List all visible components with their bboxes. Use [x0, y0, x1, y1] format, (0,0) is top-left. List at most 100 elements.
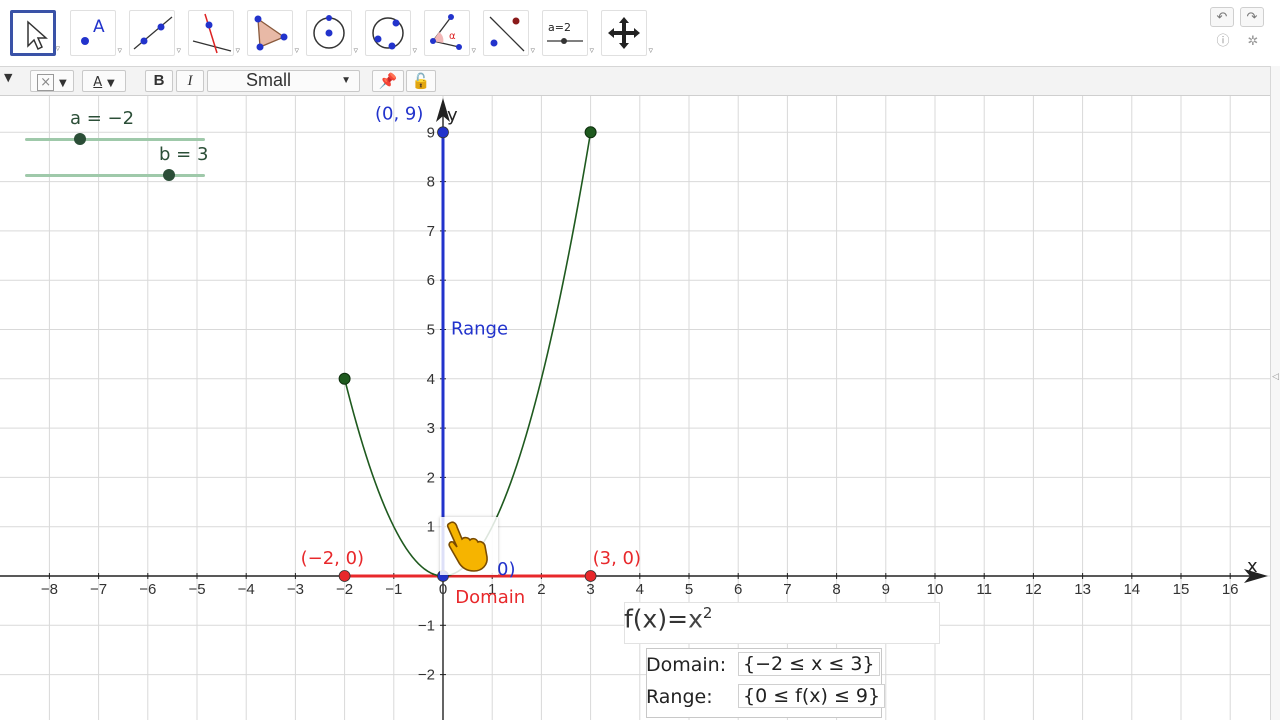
parabola-curve: [343, 132, 592, 577]
italic-button[interactable]: I: [176, 70, 204, 92]
chevron-left-icon[interactable]: ◁: [1272, 372, 1279, 382]
reflect-tool-button[interactable]: ▿: [483, 10, 535, 56]
function-expression[interactable]: f(x)=x2: [624, 604, 712, 633]
chevron-down-icon: ▿: [412, 46, 417, 56]
x-tick-label: 7: [783, 581, 791, 598]
y-tick-label: 4: [427, 371, 435, 388]
slider-b-track[interactable]: [25, 174, 205, 177]
point-label: (3, 0): [593, 548, 641, 569]
chevron-down-icon: ▿: [176, 46, 181, 56]
text-color-dropdown[interactable]: A ▼: [82, 70, 126, 92]
conic-icon: [372, 17, 404, 50]
chevron-down-icon: ▿: [294, 46, 299, 56]
point: [437, 126, 449, 139]
point-label: 0): [497, 559, 515, 580]
reflect-icon: [489, 16, 525, 52]
chevron-down-icon: ▿: [589, 46, 594, 56]
y-tick-label: −1: [418, 617, 435, 634]
style-bar: ▼ × ▼ A ▼ B I Small ▼ 📌 🔓: [0, 67, 1270, 96]
y-axis-label: y: [447, 105, 458, 126]
svg-text:α: α: [449, 31, 456, 42]
x-tick-label: −1: [385, 581, 402, 598]
perpendicular-tool-button[interactable]: ▿: [188, 10, 240, 56]
line-icon: [133, 16, 173, 50]
lock-button[interactable]: 🔓: [406, 70, 436, 92]
point: [584, 570, 597, 582]
slider-b-handle[interactable]: [163, 169, 175, 181]
chevron-down-icon: ▿: [530, 46, 535, 56]
chevron-down-icon: ▿: [117, 46, 122, 56]
help-icon[interactable]: ⓘ: [1215, 34, 1231, 50]
y-tick-label: 8: [427, 174, 435, 191]
object-style-dropdown[interactable]: × ▼: [30, 70, 74, 92]
x-tick-label: 8: [832, 581, 840, 598]
undo-button[interactable]: ↶: [1210, 7, 1234, 27]
font-size-select[interactable]: Small ▼: [207, 70, 360, 92]
x-tick-label: −8: [41, 581, 58, 598]
slider-tool-button[interactable]: a=2 ▿: [542, 10, 594, 56]
undo-icon: ↶: [1216, 10, 1228, 25]
angle-tool-button[interactable]: α ▿: [424, 10, 476, 56]
y-tick-label: 1: [427, 519, 435, 536]
x-tick-label: −6: [139, 581, 156, 598]
y-tick-label: 3: [427, 420, 435, 437]
move-graphics-view-button[interactable]: ▿: [601, 10, 653, 56]
perpendicular-line-icon: [192, 13, 232, 54]
x-tick-label: 0: [439, 581, 447, 598]
circle-tool-button[interactable]: ▿: [306, 10, 358, 56]
point: [338, 570, 351, 582]
svg-text:a=2: a=2: [548, 21, 571, 34]
chevron-down-icon: ▿: [648, 46, 653, 56]
point-label: (0, 9): [375, 103, 423, 124]
slider-a-track[interactable]: [25, 138, 205, 141]
lock-icon: 🔓: [411, 72, 431, 90]
chevron-down-icon: ▼: [58, 78, 67, 89]
circle-center-point-icon: [313, 15, 345, 49]
x-tick-label: 9: [882, 581, 890, 598]
y-tick-label: 5: [427, 322, 435, 339]
range-row: Range: {0 ≤ f(x) ≤ 9}: [646, 684, 886, 708]
chevron-down-icon: ▿: [235, 46, 240, 56]
toolbar: ▿ A ▿ ▿ ▿ ▿ ▿ ▿ α ▿ ▿ a=2 ▿ ▿ ↶ ↷ ⓘ ✲: [0, 0, 1280, 67]
x-tick-label: −3: [287, 581, 304, 598]
bold-button[interactable]: B: [145, 70, 173, 92]
x-tick-label: −5: [188, 581, 205, 598]
x-tick-label: 4: [636, 581, 644, 598]
x-tick-label: 16: [1222, 581, 1239, 598]
hand-cursor: [440, 517, 498, 575]
line-tool-button[interactable]: ▿: [129, 10, 181, 56]
chevron-down-icon: ▼: [341, 75, 351, 86]
x-tick-label: −4: [238, 581, 255, 598]
conic-tool-button[interactable]: ▿: [365, 10, 417, 56]
x-tick-label: 11: [976, 581, 992, 598]
svg-text:A: A: [93, 17, 105, 37]
x-tick-label: 14: [1123, 581, 1140, 598]
pin-button[interactable]: 📌: [372, 70, 404, 92]
style-bar-toggle-icon[interactable]: ▼: [4, 71, 12, 84]
close-icon: ×: [37, 74, 55, 91]
curve-endpoint: [584, 126, 597, 139]
redo-button[interactable]: ↷: [1240, 7, 1264, 27]
x-tick-label: 15: [1173, 581, 1190, 598]
y-tick-label: −2: [418, 667, 435, 684]
x-tick-label: 12: [1025, 581, 1042, 598]
move-tool-button[interactable]: ▿: [10, 10, 60, 56]
angle-icon: α: [430, 14, 462, 50]
x-tick-label: 10: [927, 581, 944, 598]
points: (−2, 0) (3, 0) (0, 9) 0): [301, 103, 641, 582]
view-divider[interactable]: [1270, 66, 1280, 720]
y-tick-label: 9: [427, 124, 435, 141]
pin-icon: 📌: [378, 72, 398, 90]
curve-endpoint: [338, 372, 351, 385]
slider-a-label: a = −2: [70, 108, 135, 129]
gear-icon[interactable]: ✲: [1245, 34, 1261, 50]
segments: [344, 132, 591, 578]
polygon-tool-button[interactable]: ▿: [247, 10, 299, 56]
x-tick-label: 6: [734, 581, 742, 598]
point-label: (−2, 0): [301, 548, 364, 569]
slider-a-handle[interactable]: [74, 133, 86, 145]
point-tool-button[interactable]: A ▿: [70, 10, 122, 56]
slider-icon: a=2: [547, 21, 583, 44]
x-axis-label: x: [1247, 556, 1258, 577]
domain-value: {−2 ≤ x ≤ 3}: [738, 652, 880, 676]
